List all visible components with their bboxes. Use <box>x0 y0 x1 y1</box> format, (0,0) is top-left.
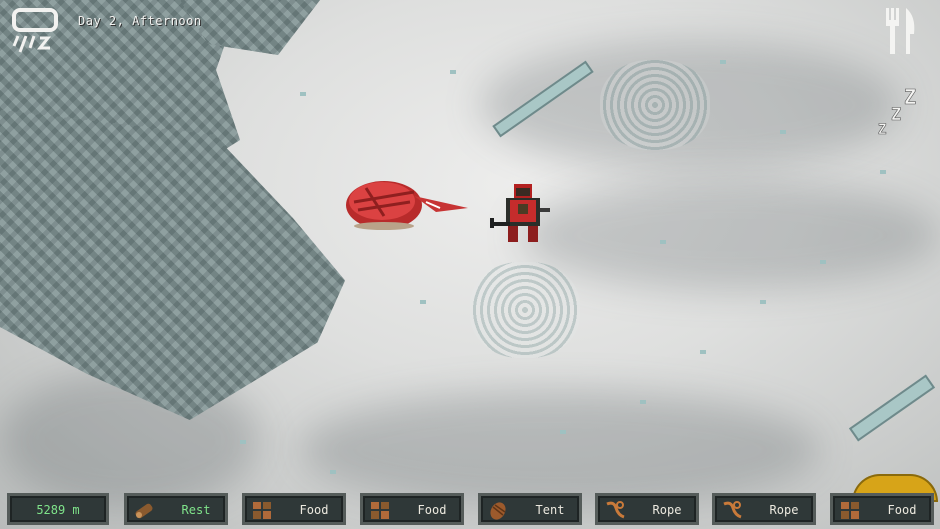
ice-patch <box>600 60 710 150</box>
inventory-slot-food[interactable]: Food <box>830 493 934 525</box>
inventory-slot-rope[interactable]: Rope <box>595 493 699 525</box>
food-crate-icon <box>371 502 389 519</box>
inventory-slot-rest[interactable]: Rest <box>124 493 228 525</box>
rope-icon <box>723 501 742 519</box>
inventory-slot-rope[interactable]: Rope <box>712 493 816 525</box>
slot-label: Food <box>887 503 917 517</box>
slot-label: Food <box>299 503 329 517</box>
zzz-icon[interactable]: Z Z Z <box>876 84 926 136</box>
player-character[interactable] <box>488 182 558 248</box>
tent-bag-icon <box>490 502 506 520</box>
slot-label: Rest <box>181 503 211 517</box>
svg-text:Z: Z <box>904 85 916 109</box>
storm-cloud-icon <box>12 8 58 53</box>
food-crate-icon <box>253 502 271 519</box>
rock-cliff-lower <box>0 110 345 420</box>
slot-label: Rope <box>769 503 799 517</box>
distance-label: 5289 m <box>36 503 80 517</box>
distance-readout: 5289 m <box>7 493 109 525</box>
slot-label: Rope <box>652 503 682 517</box>
ice-patch <box>470 262 580 358</box>
slot-label: Tent <box>535 503 565 517</box>
svg-text:Z: Z <box>891 105 901 125</box>
log-icon <box>135 503 153 519</box>
slot-label: Food <box>417 503 447 517</box>
inventory-slot-food[interactable]: Food <box>242 493 346 525</box>
game-scene[interactable] <box>0 0 940 529</box>
inventory-slot-food[interactable]: Food <box>360 493 464 525</box>
inventory-bar: 5289 m Rest Food Food Tent Rope Rope Foo… <box>0 490 940 529</box>
time-of-day-label: Day 2, Afternoon <box>78 14 202 28</box>
red-tent[interactable] <box>344 172 468 232</box>
food-crate-icon <box>841 502 859 519</box>
inventory-slot-tent[interactable]: Tent <box>478 493 582 525</box>
rope-icon <box>606 501 625 519</box>
crevasse <box>848 374 936 442</box>
svg-text:Z: Z <box>878 122 886 136</box>
fork-knife-icon[interactable] <box>882 6 918 56</box>
